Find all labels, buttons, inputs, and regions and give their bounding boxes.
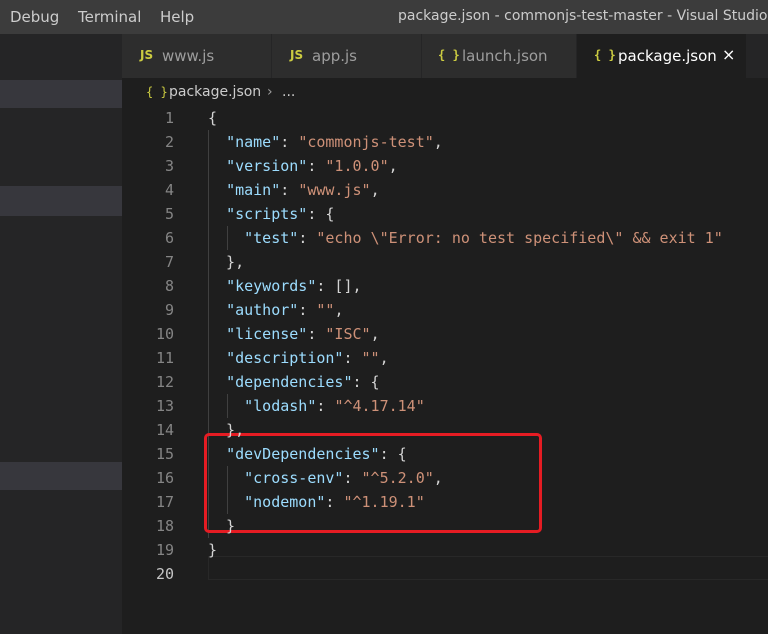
- sidebar-item[interactable]: [0, 462, 122, 490]
- code-line[interactable]: 8 "keywords": [],: [122, 274, 768, 298]
- code-line[interactable]: 6 "test": "echo \"Error: no test specifi…: [122, 226, 768, 250]
- line-number: 7: [164, 253, 174, 271]
- line-number: 4: [164, 181, 174, 199]
- line-number: 17: [155, 493, 174, 511]
- json-file-icon: { }: [594, 48, 616, 62]
- code-text: },: [208, 253, 245, 271]
- code-text: }: [208, 541, 218, 559]
- line-number: 13: [155, 397, 174, 415]
- breadcrumb-more[interactable]: ...: [282, 84, 295, 100]
- code-text: "dependencies": {: [226, 373, 380, 391]
- code-text: }: [208, 517, 236, 535]
- code-text: {: [208, 109, 218, 127]
- code-line[interactable]: 5 "scripts": {: [122, 202, 768, 226]
- tab-label: package.json: [618, 47, 717, 65]
- code-text: "author": "",: [226, 301, 344, 319]
- line-number: 12: [155, 373, 174, 391]
- tab-label: app.js: [312, 47, 357, 65]
- code-line[interactable]: 14 },: [122, 418, 768, 442]
- line-number: 9: [164, 301, 174, 319]
- code-text: "keywords": [],: [226, 277, 362, 295]
- code-text: "scripts": {: [226, 205, 335, 223]
- code-editor[interactable]: 1{2 "name": "commonjs-test", 3 "version":…: [122, 106, 768, 634]
- code-line[interactable]: 15 "devDependencies": {: [122, 442, 768, 466]
- sidebar: [0, 34, 122, 634]
- code-text: "nodemon": "^1.19.1": [244, 493, 425, 511]
- tab-label: www.js: [162, 47, 215, 65]
- tab-www-js[interactable]: JS www.js: [122, 34, 272, 78]
- code-line[interactable]: 9 "author": "",: [122, 298, 768, 322]
- code-line[interactable]: 20: [122, 562, 768, 586]
- code-text: "devDependencies": {: [226, 445, 407, 463]
- code-line[interactable]: 3 "version": "1.0.0",: [122, 154, 768, 178]
- code-line[interactable]: 18 }: [122, 514, 768, 538]
- json-file-icon: { }: [146, 85, 168, 99]
- code-line[interactable]: 2 "name": "commonjs-test",: [122, 130, 768, 154]
- code-line[interactable]: 1{: [122, 106, 768, 130]
- menu-help[interactable]: Help: [160, 8, 194, 26]
- code-line[interactable]: 16 "cross-env": "^5.2.0",: [122, 466, 768, 490]
- chevron-right-icon: ›: [267, 84, 273, 100]
- breadcrumb-file[interactable]: package.json: [169, 84, 261, 100]
- line-number: 19: [155, 541, 174, 559]
- line-number: 18: [155, 517, 174, 535]
- sidebar-item[interactable]: [0, 186, 122, 216]
- line-number: 11: [155, 349, 174, 367]
- code-text: "main": "www.js",: [226, 181, 380, 199]
- js-file-icon: JS: [140, 48, 154, 62]
- code-line[interactable]: 7 },: [122, 250, 768, 274]
- window-title: package.json - commonjs-test-master - Vi…: [398, 8, 768, 24]
- sidebar-section[interactable]: [0, 80, 122, 108]
- line-number: 16: [155, 469, 174, 487]
- line-number: 5: [164, 205, 174, 223]
- code-text: "version": "1.0.0",: [226, 157, 398, 175]
- code-text: "license": "ISC",: [226, 325, 380, 343]
- json-file-icon: { }: [438, 48, 460, 62]
- tab-package-json[interactable]: { } package.json ×: [577, 34, 747, 78]
- code-text: },: [208, 421, 245, 439]
- js-file-icon: JS: [290, 48, 304, 62]
- tab-bar: JS www.js JS app.js { } launch.json { } …: [122, 34, 768, 78]
- close-icon[interactable]: ×: [722, 45, 735, 64]
- code-line[interactable]: 12 "dependencies": {: [122, 370, 768, 394]
- menu-terminal[interactable]: Terminal: [78, 8, 141, 26]
- line-number: 6: [164, 229, 174, 247]
- tab-launch-json[interactable]: { } launch.json: [422, 34, 577, 78]
- code-line[interactable]: 11 "description": "",: [122, 346, 768, 370]
- code-line[interactable]: 13 "lodash": "^4.17.14": [122, 394, 768, 418]
- line-number: 2: [164, 133, 174, 151]
- tab-app-js[interactable]: JS app.js: [272, 34, 422, 78]
- line-number: 8: [164, 277, 174, 295]
- line-number: 20: [155, 565, 174, 583]
- code-line[interactable]: 19}: [122, 538, 768, 562]
- code-text: "lodash": "^4.17.14": [244, 397, 425, 415]
- code-text: "description": "",: [226, 349, 389, 367]
- line-number: 1: [164, 109, 174, 127]
- line-number: 15: [155, 445, 174, 463]
- code-text: "test": "echo \"Error: no test specified…: [244, 229, 723, 247]
- line-number: 10: [155, 325, 174, 343]
- code-line[interactable]: 17 "nodemon": "^1.19.1": [122, 490, 768, 514]
- line-number: 14: [155, 421, 174, 439]
- line-number: 3: [164, 157, 174, 175]
- tab-label: launch.json: [462, 47, 548, 65]
- code-text: "cross-env": "^5.2.0",: [244, 469, 443, 487]
- breadcrumb: { } package.json › ...: [122, 78, 768, 106]
- code-text: "name": "commonjs-test",: [226, 133, 443, 151]
- code-line[interactable]: 10 "license": "ISC",: [122, 322, 768, 346]
- title-bar: Debug Terminal Help package.json - commo…: [0, 0, 768, 34]
- code-line[interactable]: 4 "main": "www.js",: [122, 178, 768, 202]
- menu-debug[interactable]: Debug: [10, 8, 59, 26]
